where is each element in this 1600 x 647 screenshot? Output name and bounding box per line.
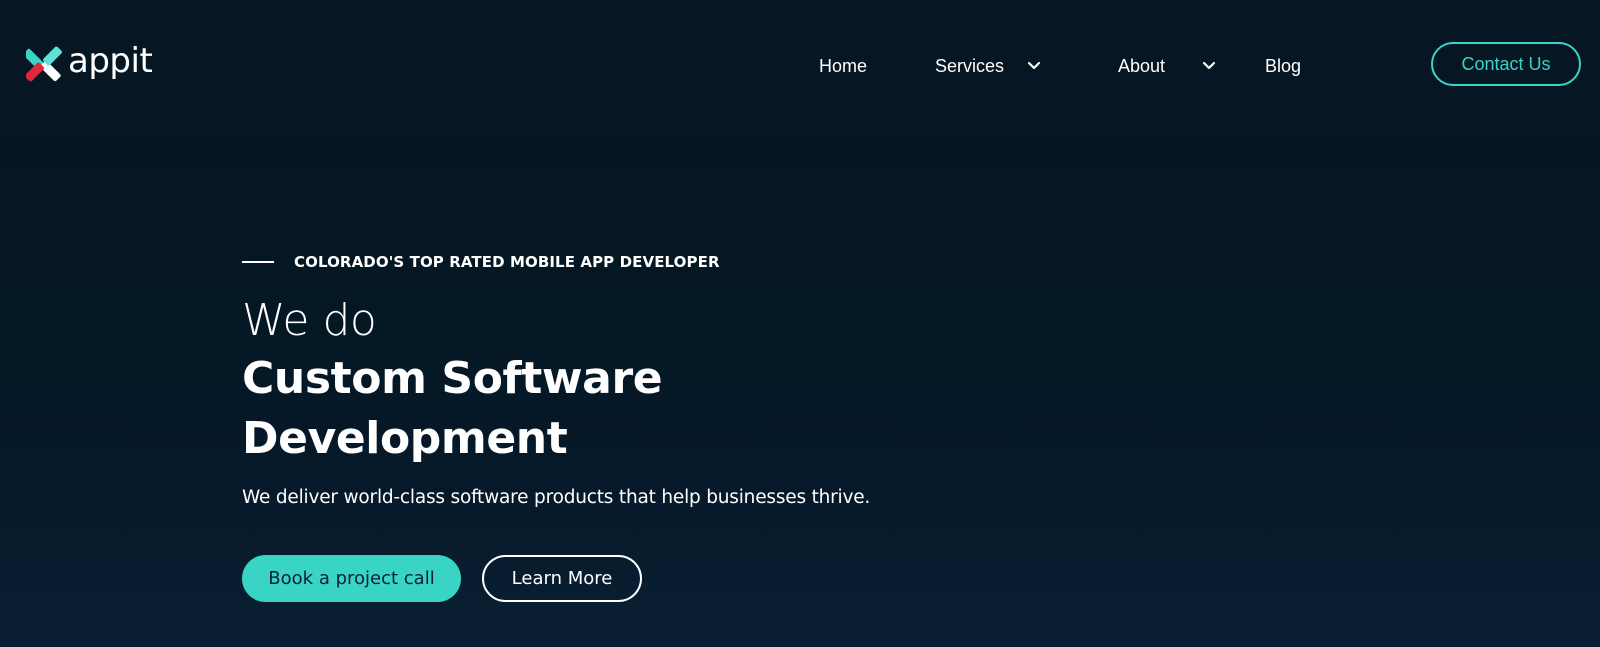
page: appit Home Services About Blog Contact U… bbox=[0, 0, 1600, 647]
nav-item-blog-label: Blog bbox=[1265, 55, 1302, 76]
hero-cta-row: Book a project call Learn More bbox=[242, 555, 1042, 602]
nav-item-blog[interactable]: Blog bbox=[1265, 52, 1301, 80]
hero-subtitle: We deliver world-class software products… bbox=[242, 487, 871, 508]
contact-us-button[interactable]: Contact Us bbox=[1431, 42, 1581, 86]
main-nav: Home Services About Blog bbox=[0, 52, 1600, 80]
eyebrow-text: COLORADO'S TOP RATED MOBILE APP DEVELOPE… bbox=[294, 253, 720, 271]
nav-item-services-label: Services bbox=[935, 55, 1005, 76]
nav-item-home-label: Home bbox=[819, 55, 868, 76]
book-project-call-button[interactable]: Book a project call bbox=[242, 555, 461, 602]
nav-item-services[interactable]: Services bbox=[935, 52, 1042, 80]
nav-item-home[interactable]: Home bbox=[819, 52, 867, 80]
chevron-down-icon[interactable] bbox=[1026, 58, 1042, 74]
nav-item-about[interactable]: About bbox=[1118, 52, 1217, 80]
site-header: appit Home Services About Blog Contact U… bbox=[0, 0, 1600, 130]
hero-eyebrow: COLORADO'S TOP RATED MOBILE APP DEVELOPE… bbox=[242, 250, 1042, 274]
eyebrow-divider bbox=[242, 261, 274, 263]
nav-item-about-label: About bbox=[1118, 55, 1166, 76]
hero-headline: Custom Software Development bbox=[242, 353, 663, 464]
hero-section: COLORADO'S TOP RATED MOBILE APP DEVELOPE… bbox=[242, 250, 1042, 602]
chevron-down-icon[interactable] bbox=[1201, 58, 1217, 74]
hero-headline-intro: We do bbox=[242, 295, 377, 346]
learn-more-button[interactable]: Learn More bbox=[482, 555, 642, 602]
